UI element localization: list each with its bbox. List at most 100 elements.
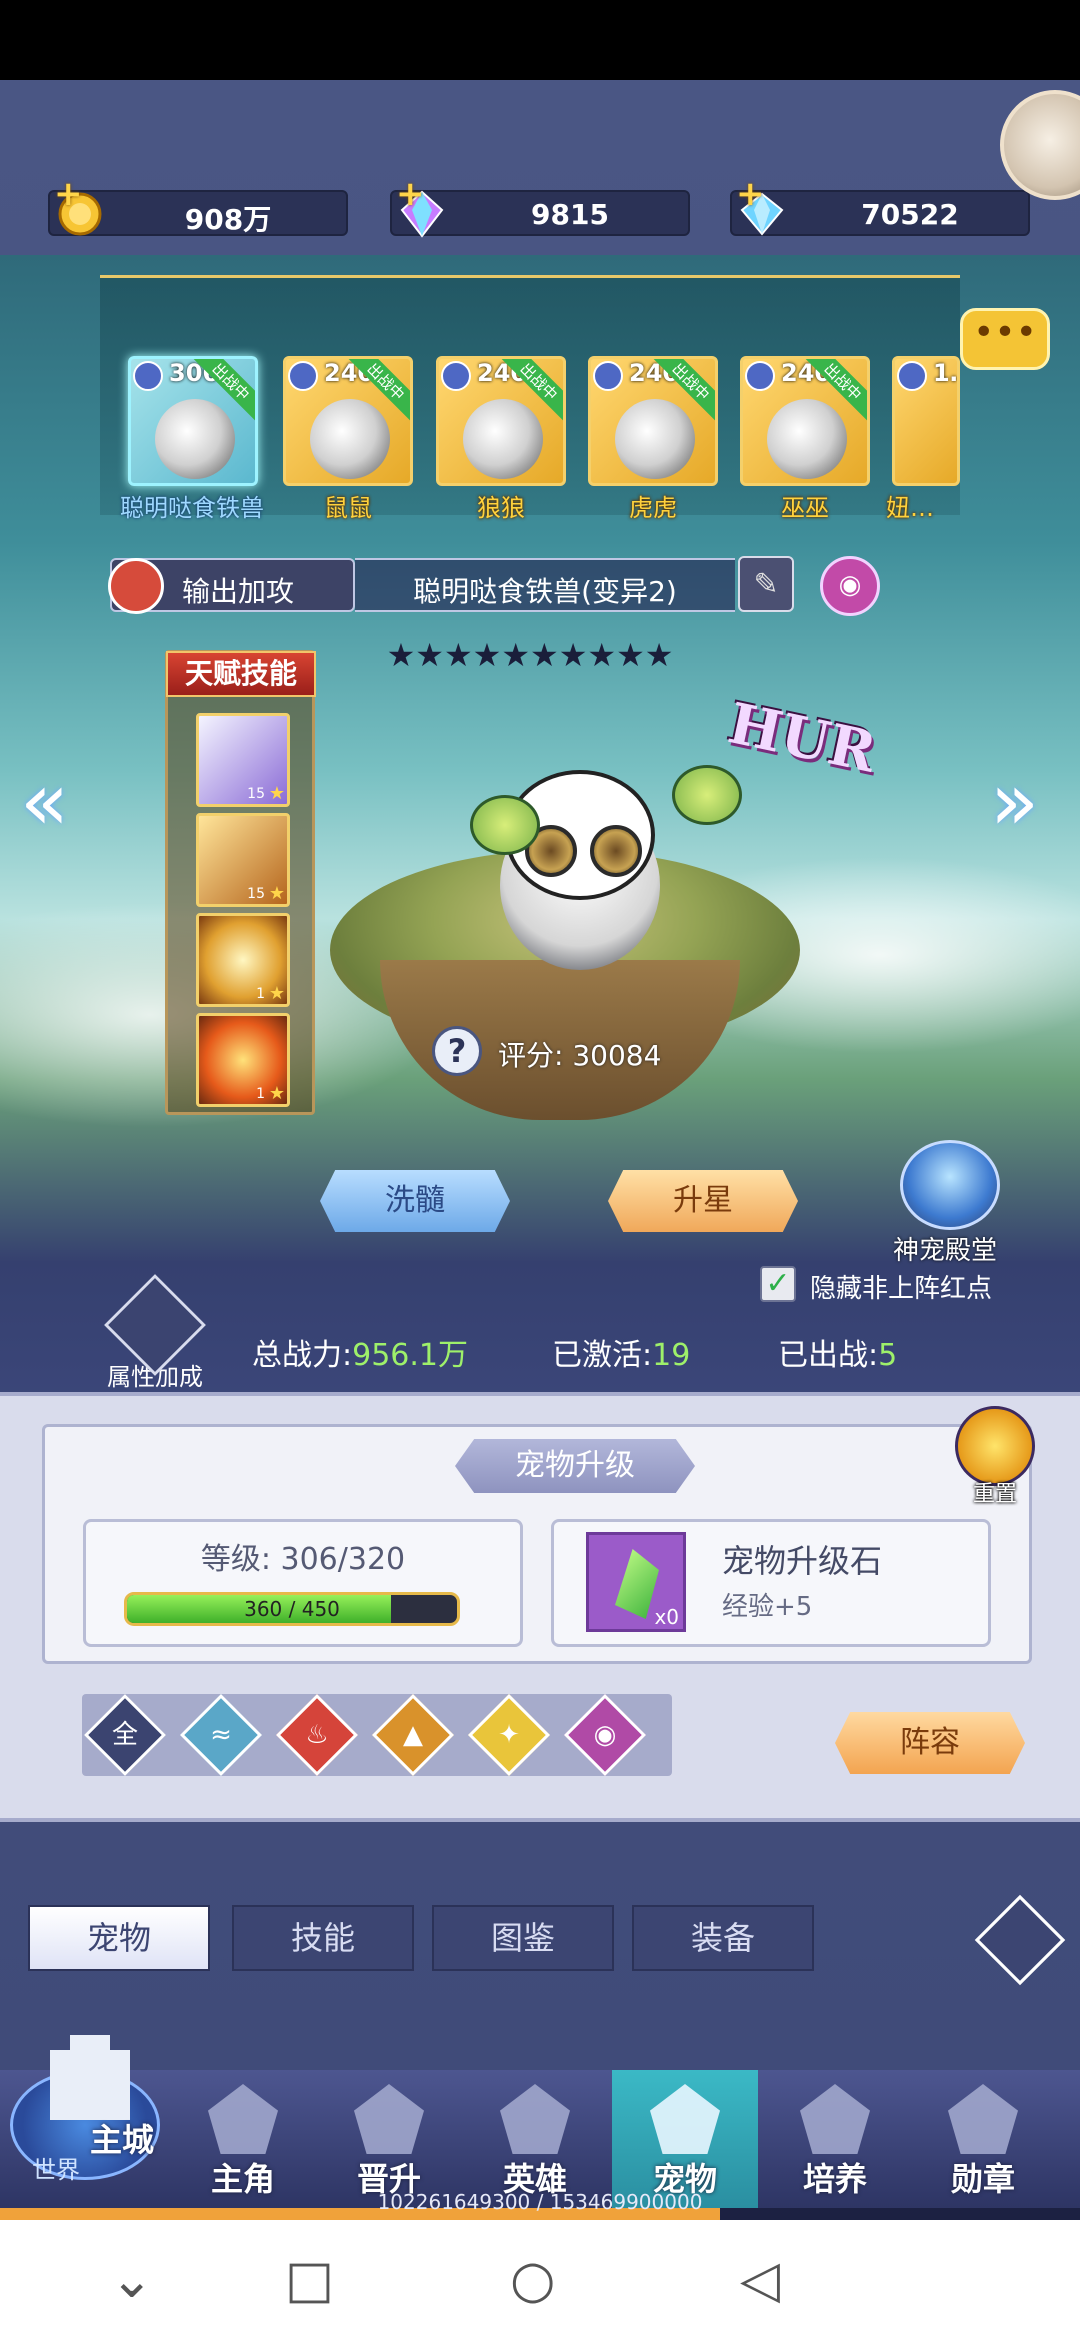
pet-portrait [615, 399, 695, 479]
chest-icon[interactable] [1000, 90, 1080, 200]
skill-level: 1 [256, 1086, 265, 1102]
pet-card-selected[interactable]: 306 出战中 [128, 356, 258, 486]
recent-apps-icon[interactable]: □ [285, 2250, 334, 2310]
nav-down-icon[interactable]: ⌄ [110, 2250, 154, 2310]
upgrade-stone-card[interactable]: x0 宠物升级石 经验+5 [551, 1519, 991, 1647]
cultivate-icon [800, 2084, 870, 2154]
currency-blue-diamond[interactable]: + 70522 [730, 174, 1030, 236]
status-bar [0, 0, 1080, 80]
deployed-label: 已出战: [778, 1338, 879, 1373]
skill-level: 15 [247, 886, 265, 902]
nav-medal[interactable]: 勋章 [910, 2070, 1056, 2210]
tab-skill[interactable]: 技能 [232, 1905, 414, 1971]
pet-name: 狼狼 [477, 494, 525, 522]
pet-full-name: 聪明哒食铁兽(变异2) [413, 575, 677, 608]
currency-rainbow-diamond[interactable]: + 9815 [390, 174, 690, 238]
filter-all[interactable]: 全 [83, 1693, 167, 1777]
pet-level: 1… [933, 359, 957, 387]
home-icon[interactable]: ○ [510, 2250, 555, 2310]
pet-hall-icon [900, 1140, 1000, 1230]
total-power-value: 956.1万 [352, 1338, 468, 1373]
pet-card[interactable]: 240 出战中 [283, 356, 413, 486]
nav-promote[interactable]: 晋升 [316, 2070, 462, 2210]
castle-icon [50, 2035, 130, 2120]
element-icon [441, 361, 471, 391]
help-icon[interactable]: ? [432, 1026, 482, 1076]
chat-bubble-icon[interactable]: ••• [960, 308, 1050, 370]
tab-handbook[interactable]: 图鉴 [432, 1905, 614, 1971]
pet-type-label: 输出加攻 [182, 575, 295, 608]
pet-card[interactable]: 240 出战中 [740, 356, 870, 486]
next-pet-arrow-icon[interactable]: » [990, 755, 1039, 848]
nav-protagonist[interactable]: 主角 [170, 2070, 316, 2210]
pet-upgrade-box: 宠物升级 等级: 306/320 360 / 450 x0 宠物升级石 经验+5 [42, 1424, 1032, 1664]
score-label: 评分: 30084 [498, 1039, 662, 1072]
talent-skill-slot[interactable]: 15 ★ [196, 713, 290, 807]
stone-name: 宠物升级石 [722, 1542, 883, 1580]
nav-cultivate[interactable]: 培养 [762, 2070, 908, 2210]
lotus-left [470, 795, 540, 855]
currency-gold[interactable]: + 908万 [48, 174, 348, 236]
pet-icon [650, 2084, 720, 2154]
deployed-count: 已出战:5 [778, 1330, 897, 1374]
talent-skill-slot[interactable]: 15 ★ [196, 813, 290, 907]
level-label: 等级: 306/320 [200, 1542, 406, 1577]
nav-pet[interactable]: 宠物 [612, 2070, 758, 2210]
pet-portrait [767, 399, 847, 479]
pet-upgrade-title: 宠物升级 [455, 1439, 695, 1493]
element-filter-bar: 全 ≈ ♨ ▲ ✦ ◉ [82, 1693, 672, 1777]
divine-pet-hall[interactable]: 神宠殿堂 [893, 1140, 1005, 1267]
star-icon: ★ [268, 983, 285, 1004]
filter-water-icon[interactable]: ≈ [179, 1693, 263, 1777]
element-icon [133, 361, 163, 391]
pet-name: 鼠鼠 [324, 494, 372, 522]
nav-hero[interactable]: 英雄 [462, 2070, 608, 2210]
prev-pet-arrow-icon[interactable]: « [20, 755, 69, 848]
reset-button[interactable]: 重置 [950, 1406, 1040, 1508]
pet-card[interactable]: 240 出战中 [588, 356, 718, 486]
lineup-button[interactable]: 阵容 [835, 1712, 1025, 1774]
total-power: 总战力:956.1万 [252, 1330, 468, 1374]
rename-feather-icon[interactable]: ✎ [738, 556, 794, 612]
star-icon: ★ [268, 883, 285, 904]
talent-skill-panel: 天赋技能 15 ★ 15 ★ 1 ★ 1 ★ [165, 650, 316, 1115]
add-blue-diamond-icon[interactable]: + [736, 174, 765, 214]
pet-name-pill: 聪明哒食铁兽(变异2) [355, 558, 735, 612]
tab-pet[interactable]: 宠物 [28, 1905, 210, 1971]
filter-fire-icon[interactable]: ♨ [275, 1693, 359, 1777]
star-up-button[interactable]: 升星 [608, 1170, 798, 1232]
total-power-label: 总战力: [252, 1338, 353, 1373]
add-rainbow-diamond-icon[interactable]: + [396, 174, 425, 214]
main-city-button[interactable]: 主城 世界 [10, 2020, 160, 2184]
talent-skill-slot[interactable]: 1 ★ [196, 913, 290, 1007]
stone-count: x0 [654, 1605, 679, 1629]
skill-level: 1 [256, 986, 265, 1002]
back-icon[interactable]: ◁ [740, 2250, 780, 2310]
pet-card-partial[interactable]: 1… [892, 356, 960, 486]
upgrade-stone-icon[interactable]: x0 [586, 1532, 686, 1632]
reset-arrows-icon [955, 1406, 1035, 1486]
element-icon [745, 361, 775, 391]
tab-equipment[interactable]: 装备 [632, 1905, 814, 1971]
pet-portrait [155, 399, 235, 479]
pet-card[interactable]: 240 出战中 [436, 356, 566, 486]
pet-hall-label: 神宠殿堂 [892, 1236, 997, 1266]
talent-skill-title: 天赋技能 [166, 651, 316, 697]
filter-light-icon[interactable]: ✦ [467, 1693, 551, 1777]
eye-icon[interactable]: ◉ [820, 556, 880, 616]
talent-skill-slot[interactable]: 1 ★ [196, 1013, 290, 1107]
add-gold-icon[interactable]: + [54, 174, 83, 214]
checkbox-check-icon[interactable]: ✓ [760, 1266, 796, 1302]
pet-tab-bar: 宠物 技能 图鉴 装备 [0, 1905, 1080, 1973]
blue-diamond-value: 70522 [861, 198, 959, 231]
stone-exp: 经验+5 [722, 1592, 813, 1622]
game-screen: + 908万 + 9815 + 70522 306 出战中 聪明哒食铁兽 240… [0, 80, 1080, 2220]
pet-name: 虎虎 [629, 494, 677, 522]
activated-label: 已激活: [552, 1338, 653, 1373]
pet-name: 聪明哒食铁兽 [120, 494, 264, 522]
promote-icon [354, 2084, 424, 2154]
world-label: 世界 [32, 2156, 80, 2184]
filter-mountain-icon[interactable]: ▲ [371, 1693, 455, 1777]
filter-eye-icon[interactable]: ◉ [563, 1693, 647, 1777]
wash-button[interactable]: 洗髓 [320, 1170, 510, 1232]
